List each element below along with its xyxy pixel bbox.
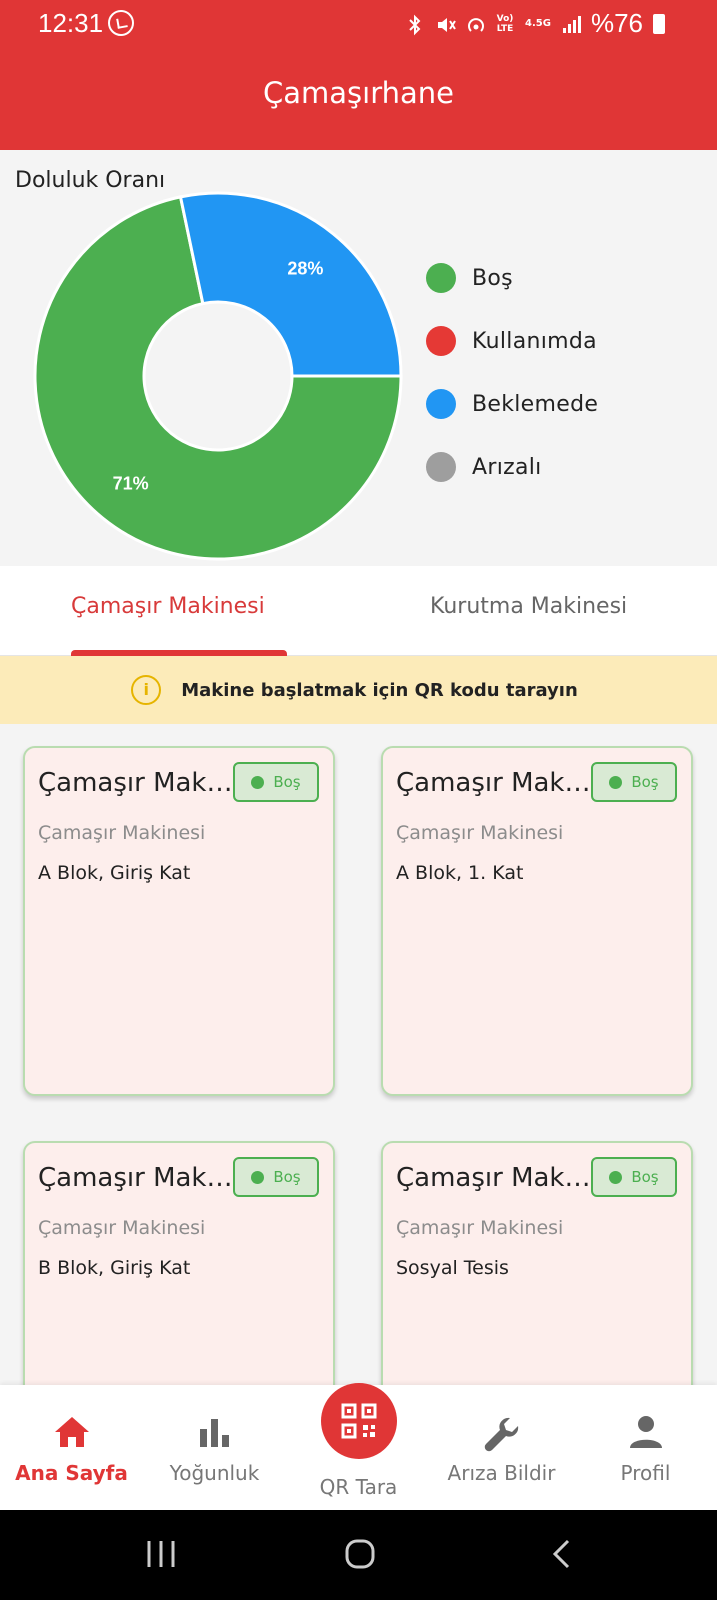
nav-occupancy[interactable]: Yoğunluk [143,1385,286,1510]
bottom-navigation: Ana Sayfa Yoğunluk QR Tara Arıza Bildir [0,1383,717,1510]
status-bar: 12:31 Vo) LTE 4.5G %76 [0,0,717,48]
machine-name: Çamaşır Makinesi [396,768,596,798]
bar-chart-icon [198,1415,232,1453]
machine-name: Çamaşır Makinesi [38,1163,238,1193]
machine-location: A Blok, 1. Kat [396,862,524,884]
volte-icon: Vo) LTE [496,13,514,34]
battery-icon [653,13,665,34]
mute-icon [435,14,456,34]
banner-text: Makine başlatmak için QR kodu tarayın [181,679,578,701]
nav-report-fault-label: Arıza Bildir [447,1461,556,1485]
legend-item: Arızalı [426,452,598,482]
machine-type: Çamaşır Makinesi [38,822,206,844]
signal-icon [561,14,581,34]
back-icon[interactable] [550,1538,574,1570]
status-time: 12:31 [38,8,104,38]
status-dot-icon [251,1170,265,1184]
bluetooth-icon [405,14,425,35]
legend-label: Arızalı [472,454,542,480]
nav-home[interactable]: Ana Sayfa [0,1385,143,1510]
tab-dryer[interactable]: Kurutma Makinesi [430,594,627,619]
status-dot-icon [609,775,623,789]
legend-label: Boş [472,265,513,291]
machine-card[interactable]: Çamaşır Makinesi Boş Çamaşır Makinesi A … [23,746,335,1096]
machine-type: Çamaşır Makinesi [396,1217,564,1239]
legend-item: Boş [426,263,598,293]
status-text: Boş [631,773,659,791]
hotspot-icon [465,14,485,34]
machine-type-tabs: Çamaşır Makinesi Kurutma Makinesi [0,566,717,656]
machine-location: A Blok, Giriş Kat [38,862,191,884]
legend-swatch [426,326,456,356]
status-text: Boş [273,1168,301,1186]
battery-percent: %76 [590,8,643,38]
status-icons: Vo) LTE 4.5G %76 [405,8,665,39]
nav-occupancy-label: Yoğunluk [169,1461,260,1485]
system-navigation-bar [0,1510,717,1600]
nav-profile[interactable]: Profil [574,1385,717,1510]
machine-location: Sosyal Tesis [396,1257,509,1279]
machine-name: Çamaşır Makinesi [396,1163,596,1193]
donut-data-label: 28% [287,259,323,279]
nav-profile-label: Profil [620,1461,671,1485]
machine-card[interactable]: Çamaşır Makinesi Boş Çamaşır Makinesi A … [381,746,693,1096]
status-badge: Boş [233,762,319,802]
home-icon [53,1415,91,1453]
status-dot-icon [609,1170,623,1184]
nav-qr-scan[interactable]: QR Tara [287,1383,430,1510]
nav-report-fault[interactable]: Arıza Bildir [430,1385,573,1510]
occupancy-chart-section: Doluluk Oranı 71% 28% Boş Kullanımda Beklem… [0,150,717,566]
nav-home-label: Ana Sayfa [15,1461,128,1485]
person-icon [629,1415,663,1453]
status-badge: Boş [233,1157,319,1197]
qr-scan-button[interactable] [320,1383,397,1459]
machine-name: Çamaşır Makinesi [38,768,238,798]
recent-apps-icon[interactable] [145,1538,177,1570]
info-icon: i [131,675,162,705]
legend-item: Kullanımda [426,326,598,356]
whatsapp-icon [108,10,134,36]
machine-type: Çamaşır Makinesi [396,822,564,844]
legend-item: Beklemede [426,389,598,419]
status-badge: Boş [591,762,677,802]
network-type: 4.5G [525,18,551,29]
qr-info-banner: i Makine başlatmak için QR kodu tarayın [0,656,717,724]
legend-swatch [426,263,456,293]
status-badge: Boş [591,1157,677,1197]
page-title: Çamaşırhane [263,76,454,110]
status-text: Boş [273,773,301,791]
machine-type: Çamaşır Makinesi [38,1217,206,1239]
legend-swatch [426,452,456,482]
status-text: Boş [631,1168,659,1186]
wrench-icon [483,1415,521,1457]
chart-legend: Boş Kullanımda Beklemede Arızalı [426,263,598,515]
tab-washing-machine[interactable]: Çamaşır Makinesi [71,594,265,619]
qr-code-icon [341,1403,376,1439]
donut-slice-Beklemede [178,191,403,378]
occupancy-donut-chart: 71% 28% [33,191,403,561]
donut-data-label: 71% [113,473,149,493]
legend-label: Beklemede [472,391,599,417]
machine-location: B Blok, Giriş Kat [38,1257,191,1279]
legend-label: Kullanımda [472,328,597,354]
app-bar: 12:31 Vo) LTE 4.5G %76 Çamaşırhane [0,0,717,150]
home-button-icon[interactable] [344,1538,376,1570]
legend-swatch [426,389,456,419]
status-dot-icon [251,775,265,789]
nav-qr-label: QR Tara [319,1475,398,1499]
